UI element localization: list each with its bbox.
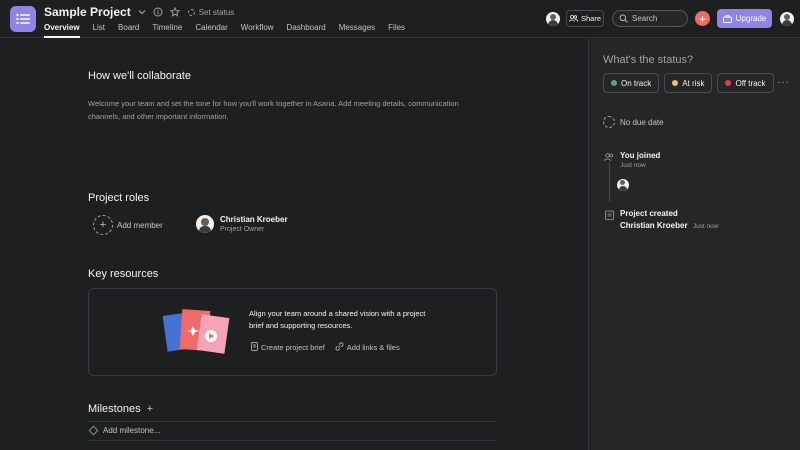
timeline-item-joined: You joined Just now — [603, 151, 660, 169]
add-member-label: Add member — [117, 220, 163, 230]
more-options-icon[interactable]: ··· — [777, 77, 790, 88]
project-title[interactable]: Sample Project — [44, 5, 131, 19]
at-risk-button[interactable]: At risk — [664, 73, 713, 93]
tab-files[interactable]: Files — [388, 23, 405, 38]
tab-messages[interactable]: Messages — [339, 23, 375, 38]
share-label: Share — [580, 14, 601, 23]
collaborate-heading: How we'll collaborate — [88, 70, 191, 82]
divider — [88, 440, 497, 441]
no-due-date-label: No due date — [620, 118, 664, 127]
yellow-dot-icon — [672, 80, 679, 86]
off-track-button[interactable]: Off track — [717, 73, 774, 93]
joined-time: Just now — [620, 162, 646, 169]
search-input[interactable]: Search — [612, 10, 688, 27]
add-milestone-button[interactable]: Add milestone... — [88, 425, 161, 436]
chevron-down-icon[interactable] — [138, 9, 146, 15]
member-avatar[interactable] — [546, 12, 560, 26]
at-risk-label: At risk — [682, 78, 705, 88]
green-dot-icon — [611, 80, 617, 86]
status-panel: What's the status? On track At risk Off … — [588, 39, 800, 450]
status-dot-icon — [187, 8, 195, 16]
clipboard-icon — [603, 209, 615, 221]
timeline-item-created: Project created Christian Kroeber Just n… — [603, 209, 718, 230]
resources-description: Align your team around a shared vision w… — [249, 309, 426, 330]
tab-dashboard[interactable]: Dashboard — [287, 23, 326, 38]
milestones-heading: Milestones — [88, 403, 141, 415]
add-links-files-button[interactable]: Add links & files — [335, 342, 400, 353]
top-header: Sample Project Set status Overview List … — [0, 0, 800, 38]
add-milestone-plus-icon[interactable]: + — [147, 403, 153, 415]
create-project-brief-button[interactable]: Create project brief — [251, 342, 325, 353]
avatar — [617, 179, 629, 191]
create-brief-label: Create project brief — [261, 343, 325, 352]
joined-title: You joined — [620, 151, 661, 160]
add-milestone-label: Add milestone... — [103, 426, 161, 435]
member-role: Project Owner — [220, 226, 265, 233]
set-status-button[interactable]: Set status — [187, 7, 235, 17]
briefcase-icon — [722, 14, 732, 23]
people-icon — [603, 151, 615, 163]
people-icon — [569, 15, 578, 22]
created-title: Project created — [620, 209, 678, 218]
tab-timeline[interactable]: Timeline — [152, 23, 182, 38]
project-list-icon[interactable] — [10, 6, 36, 32]
on-track-label: On track — [621, 78, 652, 88]
tab-board[interactable]: Board — [118, 23, 139, 38]
collaborate-description[interactable]: Welcome your team and set the tone for h… — [88, 97, 488, 123]
link-icon — [335, 342, 344, 353]
info-icon[interactable] — [153, 7, 163, 17]
divider — [88, 421, 497, 422]
off-track-label: Off track — [735, 78, 766, 88]
upgrade-button[interactable]: Upgrade — [717, 9, 772, 28]
status-panel-title: What's the status? — [603, 54, 694, 66]
member-card[interactable]: Christian Kroeber Project Owner — [196, 215, 288, 233]
member-name: Christian Kroeber — [220, 215, 288, 224]
tab-list[interactable]: List — [93, 23, 105, 38]
search-placeholder: Search — [632, 14, 658, 23]
set-status-label: Set status — [198, 7, 235, 17]
document-icon — [251, 342, 258, 353]
overview-main: How we'll collaborate Welcome your team … — [0, 39, 588, 450]
milestone-diamond-icon — [88, 425, 99, 436]
avatar — [196, 215, 214, 233]
search-icon — [619, 14, 628, 23]
key-resources-heading: Key resources — [88, 268, 159, 280]
created-time: Just now — [692, 223, 719, 230]
tab-workflow[interactable]: Workflow — [241, 23, 274, 38]
plus-icon: + — [93, 215, 113, 235]
project-tabs: Overview List Board Timeline Calendar Wo… — [44, 23, 418, 38]
add-member-button[interactable]: + Add member — [93, 215, 163, 235]
project-roles-heading: Project roles — [88, 192, 150, 204]
red-dot-icon — [725, 80, 732, 86]
star-icon[interactable] — [169, 7, 180, 17]
tab-calendar[interactable]: Calendar — [195, 23, 227, 38]
add-links-label: Add links & files — [346, 343, 400, 352]
brief-illustration-icon — [163, 309, 230, 354]
calendar-icon — [603, 116, 615, 128]
user-avatar[interactable] — [780, 12, 794, 26]
key-resources-card: Align your team around a shared vision w… — [88, 288, 497, 376]
tab-overview[interactable]: Overview — [44, 23, 80, 38]
due-date-item[interactable]: No due date — [603, 116, 664, 128]
create-plus-button[interactable]: + — [695, 11, 710, 26]
on-track-button[interactable]: On track — [603, 73, 660, 93]
share-button[interactable]: Share — [566, 10, 604, 27]
created-by: Christian Kroeber — [620, 221, 688, 230]
upgrade-label: Upgrade — [735, 14, 767, 23]
